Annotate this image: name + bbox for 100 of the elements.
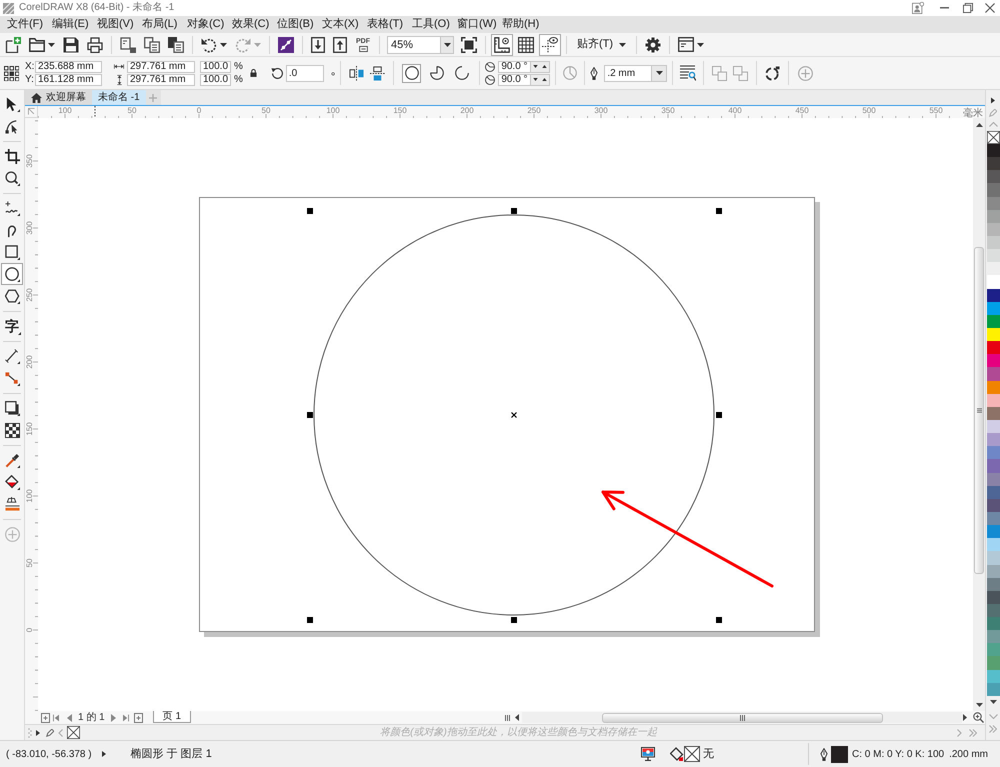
menu-item[interactable]: 布局(L) <box>138 16 183 33</box>
color-swatch[interactable] <box>986 682 1000 696</box>
color-swatch[interactable] <box>986 222 1000 236</box>
menu-item[interactable]: 工具(O) <box>408 16 453 33</box>
menu-item[interactable]: 位图(B) <box>273 16 318 33</box>
color-swatch[interactable] <box>986 236 1000 250</box>
no-color-swatch-icon[interactable] <box>986 131 1000 144</box>
up-triangle-icon[interactable] <box>542 65 548 68</box>
minimize-icon[interactable] <box>940 7 949 9</box>
up-triangle-icon[interactable] <box>542 78 548 81</box>
account-icon[interactable] <box>912 2 924 14</box>
color-swatch[interactable] <box>986 630 1000 644</box>
color-swatch[interactable] <box>986 433 1000 446</box>
first-page-icon[interactable] <box>53 714 59 722</box>
add-page-icon[interactable] <box>41 712 50 722</box>
color-swatch[interactable] <box>986 144 1000 158</box>
color-swatch[interactable] <box>986 183 1000 197</box>
dropdown-button[interactable] <box>652 64 668 82</box>
close-icon[interactable] <box>985 3 995 13</box>
menu-item[interactable]: 编辑(E) <box>48 16 93 33</box>
color-swatch[interactable] <box>986 420 1000 434</box>
zoom-level-field[interactable]: 45% <box>387 36 441 54</box>
spinner-control[interactable] <box>531 60 550 72</box>
color-swatch[interactable] <box>986 498 1000 512</box>
ellipse-type-button[interactable] <box>402 64 422 82</box>
document-tab[interactable]: 欢迎屏幕 <box>25 90 92 105</box>
right-triangle-icon[interactable] <box>36 730 40 736</box>
color-swatch[interactable] <box>986 551 1000 564</box>
spinner-control[interactable] <box>531 74 550 86</box>
color-swatch[interactable] <box>986 538 1000 552</box>
ellipse-type-button[interactable] <box>427 64 446 82</box>
color-swatch[interactable] <box>986 341 1000 354</box>
ellipse-type-button[interactable] <box>452 64 472 82</box>
scroll-thumb[interactable] <box>974 247 984 574</box>
color-swatch[interactable] <box>986 604 1000 618</box>
width-field[interactable]: 297.761 mm <box>127 60 195 72</box>
color-swatch[interactable] <box>986 578 1000 591</box>
selection-handle[interactable] <box>307 617 313 623</box>
text-tool[interactable]: 字 <box>1 315 23 337</box>
color-swatch[interactable] <box>986 170 1000 184</box>
color-swatch[interactable] <box>986 472 1000 486</box>
reference-point-icon[interactable] <box>4 66 19 80</box>
color-swatch[interactable] <box>986 210 1000 223</box>
color-swatch[interactable] <box>986 512 1000 526</box>
x-position-field[interactable]: 235.688 mm <box>35 60 102 72</box>
dropdown-button[interactable] <box>441 36 454 54</box>
scroll-thumb[interactable] <box>602 712 883 722</box>
color-swatch[interactable] <box>986 354 1000 368</box>
color-swatch[interactable] <box>986 459 1000 473</box>
last-page-icon[interactable] <box>122 714 129 722</box>
scroll-left-icon[interactable] <box>515 714 519 721</box>
selection-handle[interactable] <box>511 617 517 623</box>
next-page-icon[interactable] <box>110 714 116 722</box>
previous-page-icon[interactable] <box>67 714 72 722</box>
y-position-field[interactable]: 161.128 mm <box>35 74 102 86</box>
text-wrap-icon[interactable] <box>680 65 696 81</box>
color-swatch[interactable] <box>986 157 1000 170</box>
selection-handle[interactable] <box>716 412 722 418</box>
color-swatch[interactable] <box>986 275 1000 289</box>
color-swatch[interactable] <box>986 656 1000 670</box>
menu-item[interactable]: 帮助(H) <box>498 16 543 33</box>
circle-nodes-icon[interactable] <box>765 66 780 80</box>
color-swatch[interactable] <box>986 525 1000 538</box>
lock-icon[interactable] <box>250 69 257 77</box>
mirror-horizontal-icon[interactable] <box>349 66 364 80</box>
color-swatch[interactable] <box>986 590 1000 604</box>
color-swatch[interactable] <box>986 380 1000 394</box>
color-swatch[interactable] <box>986 617 1000 630</box>
pencil-icon[interactable] <box>46 728 54 736</box>
menu-item[interactable]: 对象(C) <box>183 16 228 33</box>
color-swatch[interactable] <box>986 249 1000 262</box>
color-swatch[interactable] <box>986 302 1000 315</box>
color-swatch[interactable] <box>986 367 1000 381</box>
add-page-icon[interactable] <box>134 712 143 722</box>
scale-field[interactable]: 100.0 <box>200 60 231 72</box>
mirror-vertical-icon[interactable] <box>370 66 386 80</box>
menu-item[interactable]: 窗口(W) <box>453 16 498 33</box>
page-tab[interactable]: 页 1 <box>152 711 192 723</box>
color-swatch[interactable] <box>986 314 1000 328</box>
rotation-field[interactable]: .0 <box>286 64 324 82</box>
guidelines-button[interactable] <box>539 34 561 56</box>
outline-width-field[interactable]: .2 mm <box>604 64 652 82</box>
color-swatch[interactable] <box>986 670 1000 683</box>
selection-handle[interactable] <box>716 208 722 214</box>
selection-handle[interactable] <box>307 208 313 214</box>
height-field[interactable]: 297.761 mm <box>127 74 195 86</box>
restore-icon[interactable] <box>963 3 973 13</box>
down-triangle-icon[interactable] <box>533 65 538 68</box>
menu-item[interactable]: 表格(T) <box>363 16 408 33</box>
snap-button[interactable]: 贴齐(T) <box>572 34 632 56</box>
menu-item[interactable]: 文件(F) <box>3 16 48 33</box>
document-tab[interactable]: 未命名 -1 <box>92 90 146 105</box>
color-swatch[interactable] <box>986 394 1000 407</box>
selection-handle[interactable] <box>307 412 313 418</box>
end-angle-field[interactable]: 90.0 ° <box>498 74 532 86</box>
selection-handle[interactable] <box>716 617 722 623</box>
color-swatch[interactable] <box>986 486 1000 499</box>
color-swatch[interactable] <box>986 564 1000 578</box>
menu-item[interactable]: 效果(C) <box>228 16 273 33</box>
color-swatch[interactable] <box>986 196 1000 210</box>
